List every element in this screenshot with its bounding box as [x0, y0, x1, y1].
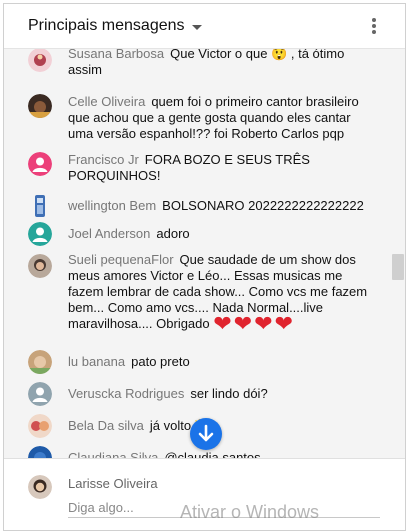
scrollbar-thumb[interactable] — [392, 254, 404, 280]
avatar[interactable] — [28, 446, 52, 458]
message-author[interactable]: Francisco Jr — [68, 152, 139, 167]
message-text: Sueli pequenaFlor Que saudade de um show … — [68, 252, 374, 335]
avatar[interactable] — [28, 350, 52, 374]
message-text: Joel Anderson adoro — [68, 226, 374, 242]
message-text: Veruscka Rodrigues ser lindo dói? — [68, 386, 374, 402]
avatar[interactable] — [28, 414, 52, 438]
avatar — [28, 475, 52, 499]
message-author[interactable]: Joel Anderson — [68, 226, 150, 241]
message-text: Celle Oliveira quem foi o primeiro cantor… — [68, 94, 374, 142]
chat-mode-title[interactable]: Principais mensagens — [28, 17, 185, 35]
message-author[interactable]: Claudiana Silva — [68, 450, 158, 458]
message-text: wellington Bem BOLSONARO 2022222222222222 — [68, 198, 374, 214]
message-author[interactable]: Susana Barbosa — [68, 48, 164, 61]
message-body: ser lindo dói? — [190, 386, 268, 401]
message-body: @claudia santos — [164, 450, 261, 458]
message-author[interactable]: Veruscka Rodrigues — [68, 386, 184, 401]
current-user-name: Larisse Oliveira — [68, 476, 158, 491]
chat-header: Principais mensagens — [4, 4, 405, 49]
message-author[interactable]: wellington Bem — [68, 198, 156, 213]
message-author[interactable]: Celle Oliveira — [68, 94, 145, 109]
message-author[interactable]: lu banana — [68, 354, 125, 369]
more-vert-icon[interactable] — [369, 18, 379, 36]
windows-activation-watermark: Ativar o Windows — [180, 502, 320, 522]
arrow-down-icon — [198, 424, 214, 442]
message-text: Francisco Jr FORA BOZO E SEUS TRÊS PORQUI… — [68, 152, 374, 184]
message-body: pato preto — [131, 354, 190, 369]
caret-down-icon[interactable] — [192, 25, 202, 30]
hearts-emoji: ❤❤❤❤ — [213, 311, 295, 336]
avatar[interactable] — [28, 194, 52, 218]
message-body: BOLSONARO 2022222222222222 — [162, 198, 364, 213]
avatar[interactable] — [28, 152, 52, 176]
avatar[interactable] — [28, 222, 52, 246]
message-author[interactable]: Bela Da silva — [68, 418, 144, 433]
message-text: Claudiana Silva @claudia santos — [68, 450, 374, 458]
scroll-to-bottom-button[interactable] — [190, 418, 222, 450]
live-chat-panel: Principais mensagens Susana Barbosa Que V… — [3, 3, 406, 531]
avatar[interactable] — [28, 254, 52, 278]
message-author[interactable]: Sueli pequenaFlor — [68, 252, 174, 267]
message-body: adoro — [156, 226, 190, 241]
avatar[interactable] — [28, 94, 52, 118]
avatar[interactable] — [28, 382, 52, 406]
message-text: lu banana pato preto — [68, 354, 374, 370]
scrollbar-track[interactable] — [390, 48, 404, 458]
avatar[interactable] — [28, 48, 52, 72]
chat-message-list[interactable]: Susana Barbosa Que Victor o que 😲 , tá ót… — [4, 48, 405, 458]
message-text: Susana Barbosa Que Victor o que 😲 , tá ót… — [68, 48, 374, 78]
